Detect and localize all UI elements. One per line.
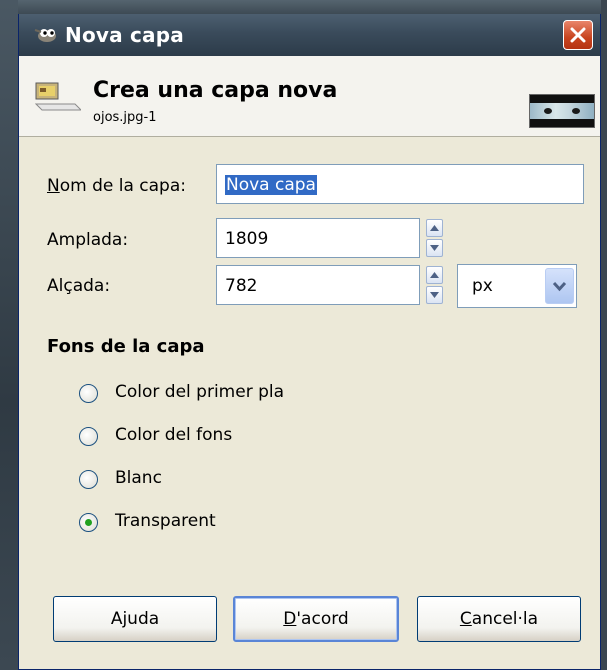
desktop-background-left xyxy=(0,0,18,670)
chevron-down-icon xyxy=(552,281,567,292)
dialog-header: Crea una capa nova ojos.jpg-1 xyxy=(19,56,600,137)
unit-dropdown-button[interactable] xyxy=(545,268,574,304)
header-title: Crea una capa nova xyxy=(93,78,338,103)
height-spin-up[interactable] xyxy=(426,266,443,284)
desktop-background-top xyxy=(0,0,607,14)
spin-down-icon xyxy=(430,292,439,298)
header-subtitle: ojos.jpg-1 xyxy=(93,110,157,125)
spin-up-icon xyxy=(430,225,439,231)
help-button[interactable]: Ajuda xyxy=(53,596,217,642)
spin-down-icon xyxy=(430,245,439,251)
radio-selected-dot xyxy=(85,519,92,526)
fill-section-title: Fons de la capa xyxy=(47,336,205,357)
image-thumbnail xyxy=(529,94,595,128)
layer-name-input[interactable]: Nova capa xyxy=(216,164,584,204)
layer-name-label: Nom de la capa: xyxy=(47,176,186,196)
radio-white[interactable] xyxy=(79,470,98,489)
radio-label-transparent[interactable]: Transparent xyxy=(115,511,216,531)
title-bar[interactable]: Nova capa xyxy=(19,14,600,56)
radio-foreground-color[interactable] xyxy=(79,384,98,403)
height-input[interactable]: 782 xyxy=(216,265,420,305)
width-spinner[interactable] xyxy=(426,219,443,257)
height-label: Alçada: xyxy=(47,276,111,296)
width-spin-down[interactable] xyxy=(426,239,443,257)
width-label: Amplada: xyxy=(47,230,129,250)
radio-label-foreground-color[interactable]: Color del primer pla xyxy=(115,382,284,402)
desktop-background-right xyxy=(601,0,607,670)
help-button-label: Ajuda xyxy=(110,609,160,629)
unit-value: px xyxy=(472,276,493,296)
height-spin-down[interactable] xyxy=(426,286,443,304)
cancel-button-label: Cancel·la xyxy=(459,609,539,629)
ok-button[interactable]: D'acord xyxy=(233,596,399,642)
radio-transparent[interactable] xyxy=(79,513,98,532)
unit-select[interactable]: px xyxy=(457,264,577,308)
radio-label-background-color[interactable]: Color del fons xyxy=(115,425,232,445)
width-value: 1809 xyxy=(225,229,269,249)
new-layer-dialog: Nova capa Crea una capa nova ojos.jpg-1 … xyxy=(18,14,601,670)
height-spinner[interactable] xyxy=(426,266,443,304)
new-layer-icon xyxy=(35,82,81,111)
cancel-button[interactable]: Cancel·la xyxy=(417,596,581,642)
radio-background-color[interactable] xyxy=(79,427,98,446)
radio-label-white[interactable]: Blanc xyxy=(115,468,162,488)
spin-up-icon xyxy=(430,272,439,278)
width-input[interactable]: 1809 xyxy=(216,218,420,258)
width-spin-up[interactable] xyxy=(426,219,443,237)
gimp-wilber-icon xyxy=(34,29,56,42)
window-title: Nova capa xyxy=(65,23,184,47)
close-button[interactable] xyxy=(563,20,593,50)
layer-name-value: Nova capa xyxy=(225,175,317,195)
ok-button-label: D'acord xyxy=(283,609,349,629)
close-icon xyxy=(570,27,586,43)
height-value: 782 xyxy=(225,276,258,296)
